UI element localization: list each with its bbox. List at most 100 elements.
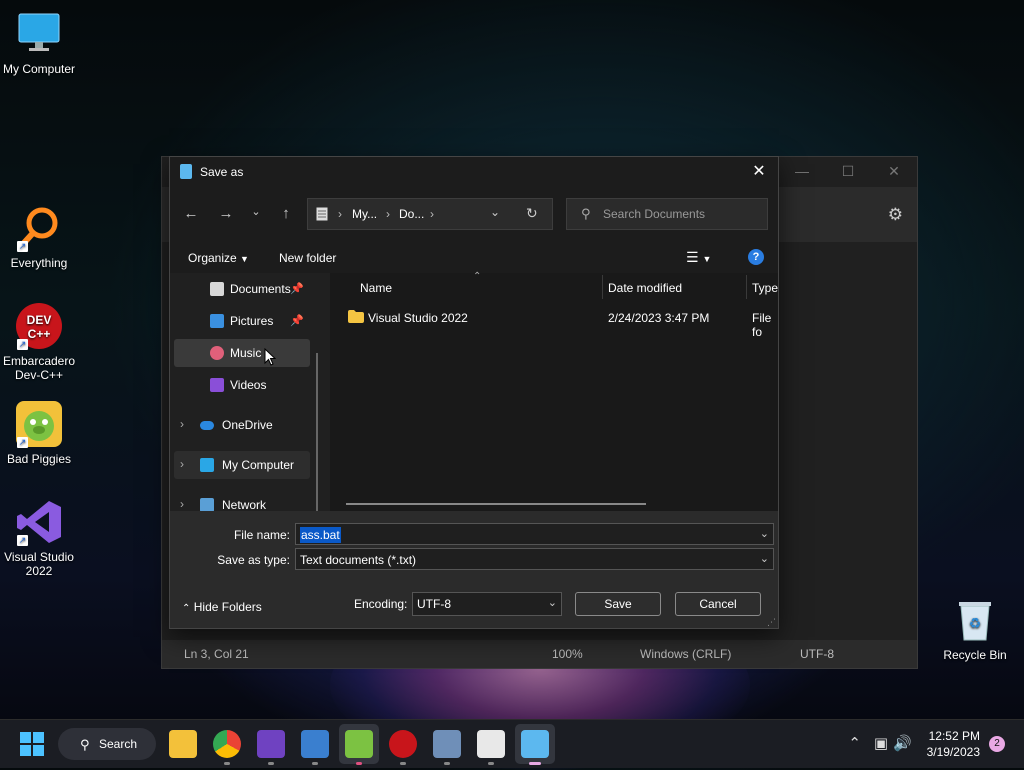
taskbar-search[interactable]: ⚲ Search bbox=[58, 728, 156, 760]
navigation-pane: Documents 📌 Pictures 📌 Music Videos › On… bbox=[170, 273, 328, 511]
desktop-icon-visual-studio[interactable]: ↗ Visual Studio 2022 bbox=[1, 498, 77, 578]
devcpp-icon: DEV C++ ↗ bbox=[15, 302, 63, 350]
notepad-icon[interactable] bbox=[521, 730, 549, 765]
notification-badge[interactable]: 2 bbox=[989, 736, 1005, 752]
file-name-field[interactable]: ass.bat ⌄ bbox=[295, 523, 774, 545]
encoding-select[interactable]: UTF-8 ⌄ bbox=[412, 592, 562, 616]
chevron-down-icon[interactable]: ⌄ bbox=[760, 527, 769, 540]
desktop-icon-label: My Computer bbox=[2, 62, 76, 76]
search-input[interactable] bbox=[601, 206, 765, 222]
save-as-dialog: Save as ✕ ← → ⌄ ↑ › My... › Do... › ⌄ ↻ … bbox=[169, 156, 779, 629]
visual-studio-icon[interactable] bbox=[257, 730, 285, 765]
breadcrumb-item[interactable]: Do... bbox=[399, 207, 424, 221]
navigation-scrollbar[interactable] bbox=[316, 353, 318, 511]
encoding-value: UTF-8 bbox=[417, 597, 451, 611]
pictures-icon bbox=[210, 314, 224, 328]
nav-item-label: Pictures bbox=[230, 314, 274, 328]
column-divider[interactable] bbox=[602, 275, 603, 299]
desktop-icon-my-computer[interactable]: My Computer bbox=[1, 10, 77, 76]
horizontal-scrollbar[interactable] bbox=[346, 503, 646, 505]
visual-studio-icon: ↗ bbox=[15, 498, 63, 546]
address-dropdown-icon[interactable]: ⌄ bbox=[490, 205, 500, 219]
documents-icon bbox=[210, 282, 224, 296]
bad-piggies-icon[interactable] bbox=[345, 730, 373, 765]
desktop-icon-bad-piggies[interactable]: ↗ Bad Piggies bbox=[1, 400, 77, 466]
hide-folders-button[interactable]: ⌃ Hide Folders bbox=[182, 600, 262, 614]
pin-icon: 📌 bbox=[290, 315, 304, 327]
nav-item-documents[interactable]: Documents 📌 bbox=[174, 275, 310, 303]
chevron-right-icon[interactable]: › bbox=[180, 417, 184, 431]
recent-chevron-icon[interactable]: ⌄ bbox=[244, 205, 268, 218]
folder-icon bbox=[348, 310, 364, 323]
back-arrow-icon[interactable]: ← bbox=[179, 205, 203, 222]
address-bar[interactable]: › My... › Do... › ⌄ ↻ bbox=[307, 198, 553, 230]
dialog-title: Save as bbox=[200, 165, 244, 179]
desktop-icon-recycle-bin[interactable]: ♻ Recycle Bin bbox=[937, 596, 1013, 662]
shortcut-arrow-icon: ↗ bbox=[17, 339, 28, 350]
music-icon bbox=[210, 346, 224, 360]
clock-time: 12:52 PM bbox=[928, 729, 980, 743]
column-header-type[interactable]: Type bbox=[752, 281, 778, 295]
forward-arrow-icon[interactable]: → bbox=[214, 205, 238, 222]
chevron-down-icon: ▼ bbox=[240, 254, 249, 264]
cancel-button[interactable]: Cancel bbox=[675, 592, 761, 616]
help-icon[interactable]: ? bbox=[748, 249, 764, 265]
nav-item-videos[interactable]: Videos bbox=[174, 371, 310, 399]
nav-item-label: My Computer bbox=[222, 458, 295, 472]
search-icon: ⚲ bbox=[80, 737, 90, 752]
status-cursor-position: Ln 3, Col 21 bbox=[184, 647, 249, 661]
status-encoding: UTF-8 bbox=[800, 647, 834, 661]
status-zoom: 100% bbox=[552, 647, 583, 661]
file-list: ⌃ Name Date modified Type Visual Studio … bbox=[330, 271, 778, 511]
windows-start-icon[interactable] bbox=[20, 732, 44, 756]
close-icon[interactable]: ✕ bbox=[871, 163, 917, 180]
clock-date: 3/19/2023 bbox=[926, 745, 980, 759]
breadcrumb-separator-icon: › bbox=[338, 207, 342, 221]
refresh-icon[interactable]: ↻ bbox=[526, 205, 538, 222]
close-icon[interactable]: ✕ bbox=[746, 159, 772, 185]
chevron-up-icon[interactable]: ⌃ bbox=[848, 734, 861, 752]
file-name-value: ass.bat bbox=[300, 527, 341, 543]
save-type-select[interactable]: Text documents (*.txt) ⌄ bbox=[295, 548, 774, 570]
computer-app-icon[interactable] bbox=[301, 730, 329, 765]
chrome-icon[interactable] bbox=[213, 730, 241, 765]
column-divider[interactable] bbox=[746, 275, 747, 299]
nav-item-onedrive[interactable]: › OneDrive bbox=[174, 411, 310, 439]
desktop-icon-dev-cpp[interactable]: DEV C++ ↗ Embarcadero Dev-C++ bbox=[1, 302, 77, 382]
minimize-icon[interactable]: — bbox=[779, 163, 825, 179]
desktop-icon-everything[interactable]: ↗ Everything bbox=[1, 204, 77, 270]
remote-app-icon[interactable] bbox=[433, 730, 461, 765]
chevron-right-icon[interactable]: › bbox=[180, 457, 184, 471]
search-box[interactable]: ⚲ bbox=[566, 198, 768, 230]
nav-item-label: Music bbox=[230, 346, 262, 360]
new-folder-button[interactable]: New folder bbox=[279, 251, 336, 265]
up-arrow-icon[interactable]: ↑ bbox=[274, 205, 298, 222]
column-header-name[interactable]: Name bbox=[360, 281, 392, 295]
nav-item-network[interactable]: › Network bbox=[174, 491, 310, 511]
clock[interactable]: 12:52 PM 3/19/2023 bbox=[927, 728, 980, 760]
maximize-icon[interactable]: ☐ bbox=[825, 163, 871, 180]
volume-icon[interactable]: 🔊 bbox=[893, 734, 912, 752]
file-explorer-icon[interactable] bbox=[169, 730, 197, 758]
shortcut-arrow-icon: ↗ bbox=[17, 535, 28, 546]
breadcrumb-item[interactable]: My... bbox=[352, 207, 377, 221]
view-details-icon[interactable]: ☰ ▼ bbox=[686, 249, 711, 266]
nav-item-music[interactable]: Music bbox=[174, 339, 310, 367]
save-button[interactable]: Save bbox=[575, 592, 661, 616]
dialog-bottom-panel: File name: ass.bat ⌄ Save as type: Text … bbox=[170, 511, 778, 628]
resize-grip-icon[interactable]: ⋰ bbox=[767, 617, 776, 628]
chevron-right-icon[interactable]: › bbox=[180, 497, 184, 511]
devcpp-icon[interactable] bbox=[389, 730, 417, 765]
gear-icon[interactable]: ⚙ bbox=[888, 205, 903, 225]
shortcut-arrow-icon: ↗ bbox=[17, 241, 28, 252]
dialog-navbar: ← → ⌄ ↑ › My... › Do... › ⌄ ↻ ⚲ bbox=[170, 187, 778, 243]
nav-item-my-computer[interactable]: › My Computer bbox=[174, 451, 310, 479]
organize-label: Organize bbox=[188, 251, 237, 265]
nav-item-pictures[interactable]: Pictures 📌 bbox=[174, 307, 310, 335]
file-type-cell: File fo bbox=[752, 311, 772, 339]
7zip-icon[interactable] bbox=[477, 730, 505, 765]
network-icon[interactable]: ▣ bbox=[874, 734, 888, 752]
column-header-date[interactable]: Date modified bbox=[608, 281, 682, 295]
organize-button[interactable]: Organize ▼ bbox=[188, 251, 249, 265]
taskbar: ⚲ Search ⌃ ▣ 🔊 12:52 PM 3/19/2023 2 bbox=[0, 719, 1024, 768]
